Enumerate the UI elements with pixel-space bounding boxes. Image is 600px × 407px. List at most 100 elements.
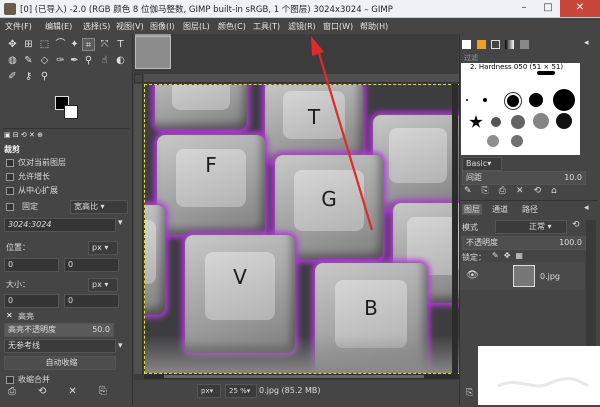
vertical-scrollbar[interactable] bbox=[452, 84, 458, 374]
brush-thumbnail[interactable] bbox=[469, 115, 483, 128]
brush-preset-select[interactable]: Basic▾ bbox=[462, 157, 502, 171]
shrink-merged-checkbox[interactable] bbox=[6, 376, 14, 384]
menu-file[interactable]: 文件(F) bbox=[5, 21, 32, 32]
expand-from-center-checkbox[interactable] bbox=[6, 187, 14, 195]
brush-thumbnail[interactable] bbox=[511, 115, 525, 129]
zoom-icon[interactable]: ⚲ bbox=[38, 70, 51, 83]
allow-growing-option[interactable]: 允许增长 bbox=[4, 170, 130, 184]
menu-filters[interactable]: 滤镜(R) bbox=[288, 21, 316, 32]
smudge-icon[interactable]: ☝ bbox=[98, 54, 111, 67]
ink-icon[interactable]: ✒ bbox=[68, 54, 81, 67]
bucket-fill-icon[interactable]: ◍ bbox=[6, 54, 19, 67]
paintbrush-icon[interactable]: ✎ bbox=[22, 54, 35, 67]
highlight-checkmark-icon[interactable]: ✕ bbox=[6, 311, 13, 320]
brush-thumbnail[interactable] bbox=[553, 89, 575, 111]
brush-thumbnail[interactable] bbox=[529, 93, 543, 107]
brush-thumbnail[interactable] bbox=[533, 113, 549, 129]
menu-windows[interactable]: 窗口(W) bbox=[323, 21, 353, 32]
patterns-tab-icon[interactable] bbox=[491, 40, 500, 49]
background-color-swatch[interactable] bbox=[64, 105, 78, 119]
dodge-icon[interactable]: ◐ bbox=[114, 54, 127, 67]
brush-filter-field[interactable]: 过滤 bbox=[464, 53, 478, 63]
highlight-option[interactable]: ✕ 高亮 bbox=[4, 310, 130, 324]
brush-thumbnail[interactable] bbox=[487, 135, 499, 147]
layer-name[interactable]: 0.jpg bbox=[540, 272, 560, 281]
fuzzy-select-icon[interactable]: ✦ bbox=[68, 38, 81, 51]
text-tool-icon[interactable]: T bbox=[114, 38, 127, 51]
dock-menu-icon[interactable]: ◂ bbox=[584, 38, 589, 48]
tab-layers[interactable]: 图层 bbox=[462, 204, 482, 215]
auto-shrink-button[interactable]: 自动收缩 bbox=[4, 356, 116, 370]
brush-thumbnail[interactable] bbox=[483, 98, 487, 102]
clone-icon[interactable]: ⚲ bbox=[82, 54, 95, 67]
tab-paths[interactable]: 路径 bbox=[522, 204, 538, 215]
menu-tools[interactable]: 工具(T) bbox=[253, 21, 280, 32]
menu-help[interactable]: 帮助(H) bbox=[360, 21, 388, 32]
only-current-layer-checkbox[interactable] bbox=[6, 159, 14, 167]
dock-tab-icons[interactable]: ◂ bbox=[462, 38, 592, 52]
expand-from-center-option[interactable]: 从中心扩展 bbox=[4, 184, 130, 198]
tool-options-footer-icons[interactable]: ⎙⟲✕⎘ bbox=[8, 386, 128, 397]
menu-colors[interactable]: 颜色(C) bbox=[218, 21, 246, 32]
new-layer-icon[interactable]: ⎘ bbox=[466, 388, 473, 398]
move-tool-icon[interactable]: ✥ bbox=[6, 38, 19, 51]
airbrush-icon[interactable]: ✑ bbox=[54, 54, 67, 67]
maximize-button[interactable]: □ bbox=[536, 0, 560, 17]
opacity-slider[interactable]: 不透明度 100.0 bbox=[462, 236, 586, 250]
guides-dropdown-icon[interactable]: ▾ bbox=[118, 341, 123, 351]
ratio-dropdown-icon[interactable]: ▾ bbox=[118, 218, 123, 228]
mode-select[interactable]: 正常 ▾ bbox=[495, 220, 567, 234]
only-current-layer-option[interactable]: 仅对当前图层 bbox=[4, 156, 130, 170]
size-unit-select[interactable]: px ▾ bbox=[88, 278, 118, 292]
mode-reset-icon[interactable]: ⟲ bbox=[572, 220, 580, 230]
position-x-input[interactable]: 0 bbox=[4, 258, 59, 272]
image-tab-thumbnail[interactable] bbox=[135, 36, 171, 69]
brush-thumbnail[interactable] bbox=[537, 71, 555, 75]
fixed-mode-select[interactable]: 宽高比 ▾ bbox=[70, 200, 128, 214]
horizontal-scrollbar[interactable] bbox=[144, 374, 460, 379]
shrink-merged-option[interactable]: 收缩合并 bbox=[4, 373, 130, 387]
brush-thumbnail[interactable] bbox=[511, 135, 523, 147]
lasso-icon[interactable]: ⌒ bbox=[54, 38, 67, 51]
brush-thumbnail[interactable] bbox=[466, 99, 468, 101]
menu-layer[interactable]: 图层(L) bbox=[183, 21, 210, 32]
close-button[interactable]: ✕ bbox=[560, 0, 600, 17]
brush-thumbnail-selected[interactable] bbox=[504, 92, 522, 110]
brush-thumbnail[interactable] bbox=[556, 113, 572, 129]
paths-icon[interactable]: ✐ bbox=[6, 70, 19, 83]
spacing-slider[interactable]: 间距 10.0 bbox=[462, 171, 586, 185]
rect-select-icon[interactable]: ⬚ bbox=[38, 38, 51, 51]
allow-growing-checkbox[interactable] bbox=[6, 173, 14, 181]
fixed-checkbox[interactable] bbox=[6, 203, 14, 211]
position-y-input[interactable]: 0 bbox=[64, 258, 119, 272]
size-height-input[interactable]: 0 bbox=[64, 294, 119, 308]
menu-view[interactable]: 视图(V) bbox=[116, 21, 144, 32]
fg-bg-tab-icon[interactable] bbox=[462, 40, 471, 49]
layers-dock-menu-icon[interactable]: ◂ bbox=[584, 203, 589, 213]
brushes-tab-icon[interactable] bbox=[477, 40, 486, 49]
brush-thumbnail[interactable] bbox=[491, 117, 501, 127]
image-canvas[interactable]: T F G V B bbox=[144, 84, 461, 374]
brush-grid[interactable] bbox=[461, 63, 580, 155]
menu-image[interactable]: 图像(I) bbox=[150, 21, 175, 32]
fonts-tab-icon[interactable] bbox=[520, 40, 529, 49]
align-tool-icon[interactable]: ⊞ bbox=[22, 38, 35, 51]
eraser-icon[interactable]: ◇ bbox=[38, 54, 51, 67]
guides-select[interactable]: 无参考线 bbox=[4, 339, 116, 353]
unit-select[interactable]: px▾ bbox=[197, 384, 221, 398]
tab-channels[interactable]: 通道 bbox=[492, 204, 508, 215]
scrollbar-thumb[interactable] bbox=[164, 375, 424, 378]
menu-edit[interactable]: 编辑(E) bbox=[45, 21, 72, 32]
zoom-select[interactable]: 25 %▾ bbox=[225, 384, 257, 398]
ratio-input[interactable]: 3024:3024 bbox=[4, 218, 116, 232]
gradients-tab-icon[interactable] bbox=[505, 40, 514, 49]
layer-visibility-eye-icon[interactable]: 👁 bbox=[466, 270, 479, 281]
minimize-button[interactable]: – bbox=[512, 0, 536, 17]
menu-select[interactable]: 选择(S) bbox=[83, 21, 110, 32]
transform-tool-icon[interactable]: ⤧ bbox=[98, 38, 111, 51]
crop-tool-icon[interactable]: ⌗ bbox=[82, 38, 95, 51]
fixed-option[interactable]: 固定 宽高比 ▾ bbox=[4, 200, 130, 214]
brush-panel-buttons[interactable]: ✎⎘⎙✕⟲⌂ bbox=[464, 186, 588, 196]
position-unit-select[interactable]: px ▾ bbox=[88, 241, 118, 255]
size-width-input[interactable]: 0 bbox=[4, 294, 59, 308]
